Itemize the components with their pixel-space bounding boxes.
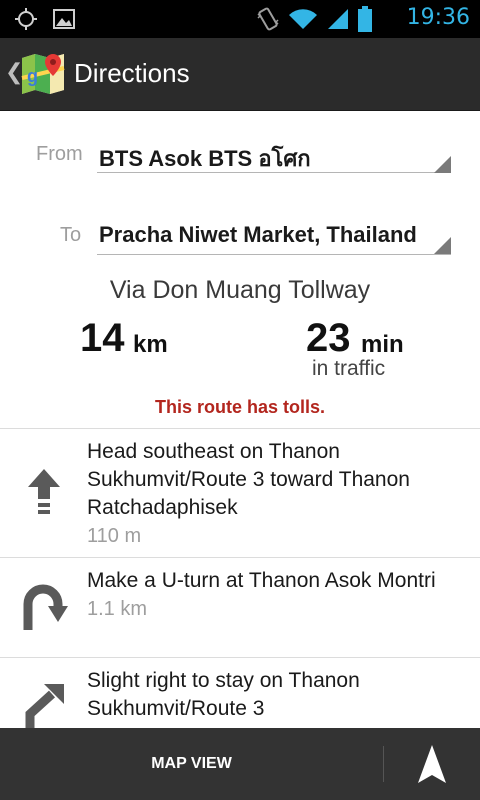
step-instruction: Head southeast on Thanon Sukhumvit/Route…	[87, 440, 410, 519]
to-label: To	[60, 224, 82, 246]
from-field[interactable]: BTS Asok BTS อโศก	[99, 141, 311, 176]
distance-unit: km	[133, 331, 168, 358]
dropdown-arrow-icon[interactable]	[434, 156, 451, 173]
clock-time: 19:36	[406, 5, 470, 30]
direction-step[interactable]: Slight right to stay on Thanon Sukhumvit…	[0, 657, 480, 729]
tolls-warning: This route has tolls.	[154, 397, 326, 417]
step-instruction: Make a U-turn at Thanon Asok Montri	[87, 569, 436, 592]
to-field[interactable]: Pracha Niwet Market, Thailand	[99, 222, 417, 248]
distance-value: 14	[80, 316, 125, 360]
from-label: From	[36, 143, 83, 165]
to-field-underline	[97, 254, 451, 255]
navigate-button[interactable]	[384, 728, 480, 800]
page-title: Directions	[74, 58, 190, 88]
direction-step[interactable]: Make a U-turn at Thanon Asok Montri 1.1 …	[0, 557, 480, 658]
slight-right-icon	[22, 682, 70, 729]
step-distance: 1.1 km	[87, 598, 148, 620]
gps-icon	[14, 7, 38, 35]
svg-text:g: g	[27, 66, 38, 86]
u-turn-icon	[22, 582, 74, 636]
from-field-underline	[97, 172, 451, 173]
maps-app-icon[interactable]: g	[20, 52, 66, 98]
action-bar: ❮ g Directions	[0, 38, 480, 111]
duration-value: 23	[306, 316, 351, 360]
wifi-icon	[288, 7, 318, 35]
vibrate-icon	[256, 6, 280, 36]
navigation-arrow-icon	[418, 745, 446, 787]
step-distance: 110 m	[87, 525, 142, 547]
step-instruction: Slight right to stay on Thanon Sukhumvit…	[87, 669, 360, 720]
signal-icon	[326, 7, 350, 35]
arrow-straight-icon	[22, 467, 66, 525]
duration-unit: min	[361, 331, 404, 358]
map-view-button[interactable]: MAP VIEW	[0, 728, 383, 800]
direction-step[interactable]: Head southeast on Thanon Sukhumvit/Route…	[0, 428, 480, 558]
dropdown-arrow-icon[interactable]	[434, 237, 451, 254]
battery-icon	[358, 6, 372, 36]
route-via: Via Don Muang Tollway	[109, 276, 371, 304]
status-bar: 19:36	[0, 0, 480, 38]
bottom-bar: MAP VIEW	[0, 728, 480, 800]
traffic-note: in traffic	[312, 357, 386, 380]
gallery-icon	[52, 7, 76, 35]
